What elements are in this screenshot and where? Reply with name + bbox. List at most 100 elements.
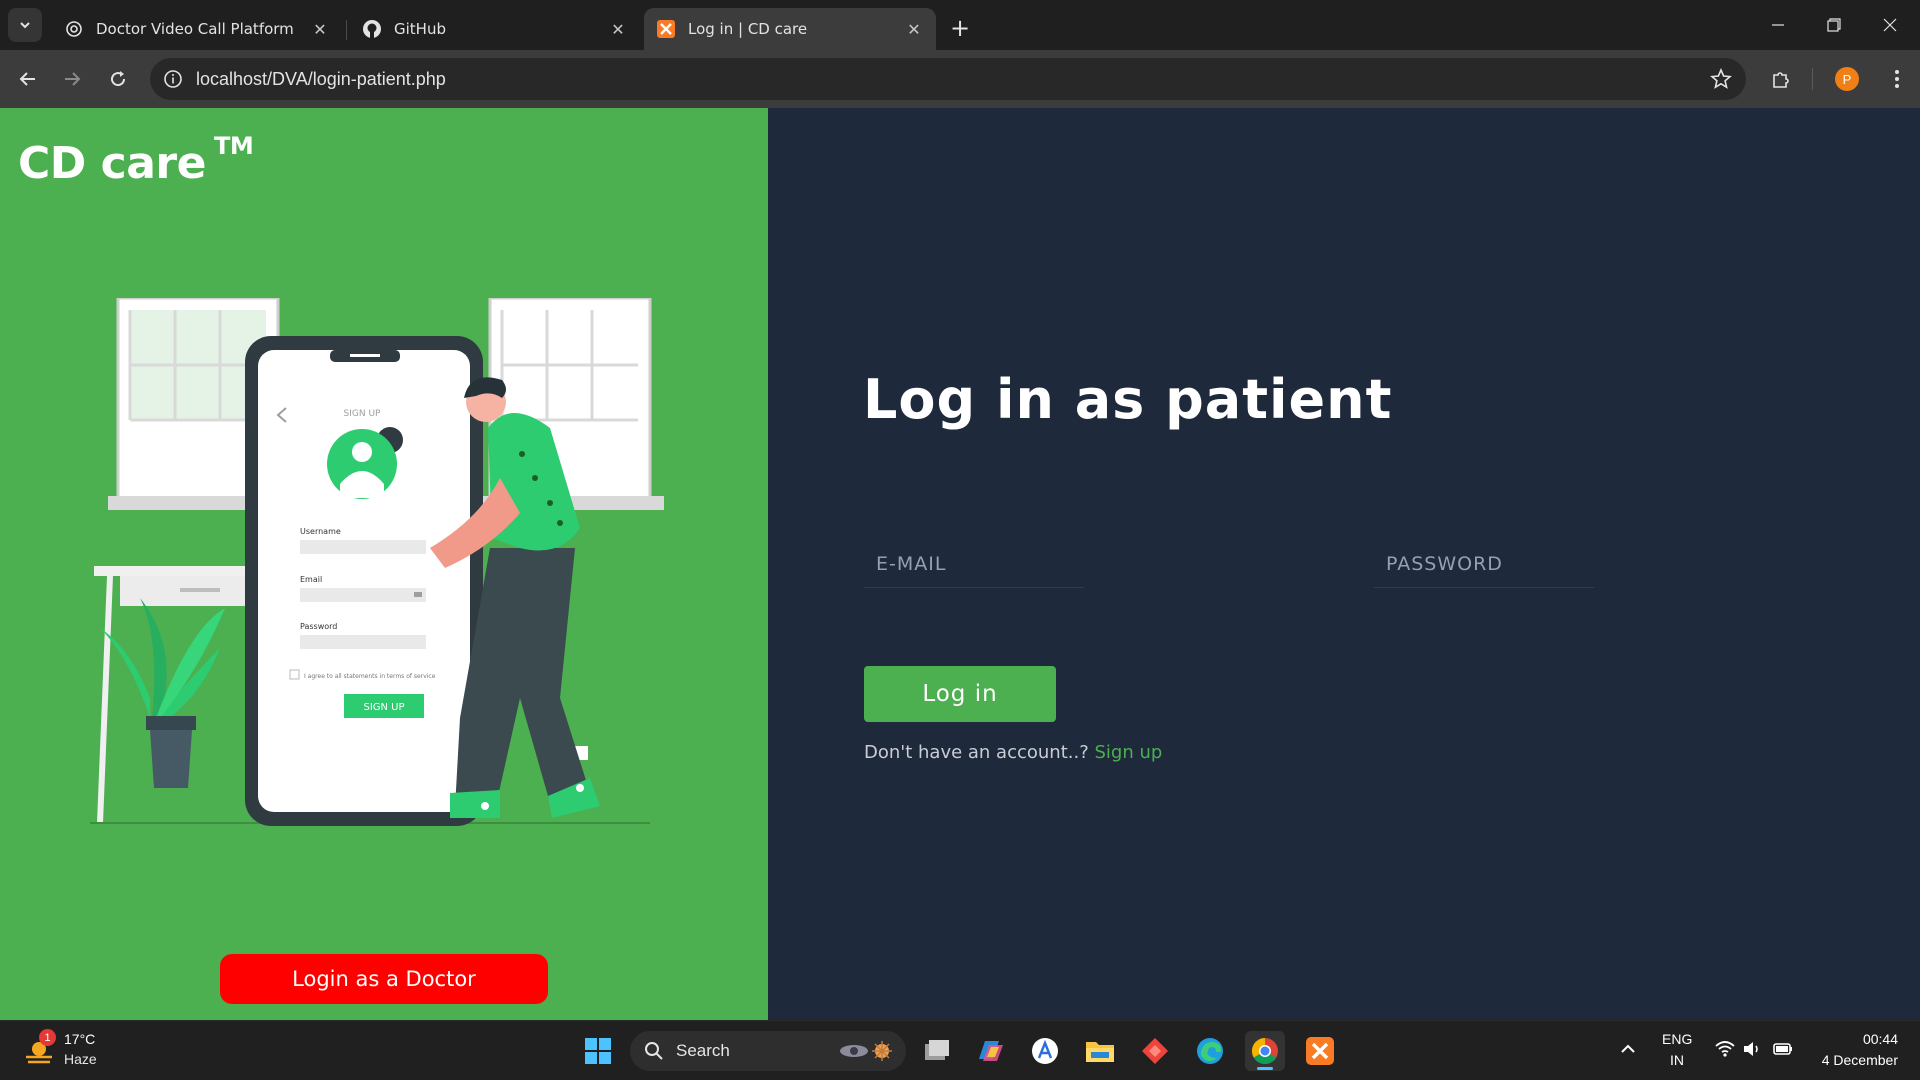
copilot-icon (979, 1041, 1003, 1061)
chevron-down-icon (20, 22, 30, 29)
plant (100, 598, 225, 788)
restore-button[interactable] (1806, 0, 1862, 50)
back-button[interactable] (10, 61, 46, 97)
xampp-icon (1306, 1037, 1334, 1065)
close-icon (1883, 18, 1897, 32)
signup-prompt-line: Don't have an account..? Sign up (864, 742, 1162, 763)
edge-button[interactable] (1190, 1031, 1230, 1071)
tab-search-button[interactable] (8, 8, 42, 42)
more-vertical-icon (1895, 70, 1899, 88)
illustration-signup-button: SIGN UP (363, 702, 404, 713)
edge-icon (1197, 1038, 1223, 1064)
page-title: Log in as patient (863, 368, 1393, 431)
phone-mockup: SIGN UP Username Email Password I agree … (245, 336, 483, 826)
plus-icon: + (949, 14, 971, 42)
trademark-symbol: TM (213, 132, 254, 161)
tab-label: GitHub (394, 20, 446, 38)
illustration-agree-text: I agree to all statements in terms of se… (304, 673, 436, 680)
close-icon[interactable]: ✕ (904, 19, 924, 39)
clock-time[interactable]: 00:44 (1863, 1031, 1898, 1047)
arrow-left-icon (19, 72, 35, 86)
brand-name: CD care (18, 138, 206, 189)
toolbar-divider (1812, 68, 1813, 90)
close-window-button[interactable] (1862, 0, 1918, 50)
profile-avatar[interactable]: P (1835, 67, 1859, 91)
search-icon (645, 1042, 663, 1060)
folder-icon (1086, 1042, 1114, 1062)
taskbar-search[interactable]: Search (630, 1031, 906, 1071)
close-icon[interactable]: ✕ (608, 19, 628, 39)
app-store-button[interactable] (1025, 1031, 1065, 1071)
search-label: Search (676, 1041, 730, 1060)
reload-button[interactable] (100, 61, 136, 97)
region-indicator[interactable]: IN (1670, 1052, 1684, 1068)
copilot-button[interactable] (970, 1031, 1010, 1071)
close-icon[interactable]: ✕ (310, 19, 330, 39)
signup-illustration: SIGN UP Username Email Password I agree … (90, 298, 664, 826)
email-input[interactable] (864, 540, 1084, 587)
start-button[interactable] (578, 1031, 618, 1071)
clock-date[interactable]: 4 December (1822, 1052, 1898, 1068)
search-highlight-icon (840, 1041, 892, 1061)
chrome-icon (1251, 1037, 1278, 1065)
forward-button[interactable] (54, 61, 90, 97)
tab-doctor-video-call[interactable]: Doctor Video Call Platform ✕ (52, 8, 342, 50)
weather-alert-badge: 1 (39, 1029, 56, 1046)
battery-icon[interactable] (1772, 1039, 1794, 1059)
illustration-username-label: Username (300, 527, 341, 536)
app-a-icon (1032, 1038, 1058, 1064)
email-field-wrapper (864, 540, 1084, 588)
signup-prompt-text: Don't have an account..? (864, 742, 1089, 763)
weather-temperature: 17°C (64, 1031, 96, 1047)
browser-tab-bar: Doctor Video Call Platform ✕ GitHub ✕ Lo… (0, 0, 1920, 50)
chevron-up-icon[interactable] (1618, 1039, 1638, 1059)
wifi-icon[interactable] (1714, 1039, 1736, 1059)
illustration-screen-title: SIGN UP (344, 409, 382, 419)
signup-link[interactable]: Sign up (1095, 742, 1163, 763)
task-view-icon (925, 1040, 949, 1060)
login-button[interactable]: Log in (864, 666, 1056, 722)
url-text[interactable]: localhost/DVA/login-patient.php (196, 69, 446, 90)
illustration-password-label: Password (300, 622, 337, 631)
file-explorer-button[interactable] (1080, 1031, 1120, 1071)
browser-menu-button[interactable] (1882, 64, 1912, 94)
tab-github[interactable]: GitHub ✕ (350, 8, 640, 50)
brand-logo[interactable]: CD care TM (18, 132, 254, 189)
anydesk-icon (1142, 1038, 1168, 1064)
anydesk-button[interactable] (1135, 1031, 1175, 1071)
windows-logo-icon (585, 1038, 611, 1064)
password-field-wrapper (1374, 540, 1594, 588)
puzzle-icon (1773, 72, 1789, 88)
chrome-button[interactable] (1245, 1031, 1285, 1071)
illustration-email-label: Email (300, 575, 322, 584)
tab-login-cd-care[interactable]: Log in | CD care ✕ (644, 8, 936, 50)
info-icon[interactable] (162, 68, 184, 90)
address-bar[interactable]: localhost/DVA/login-patient.php (150, 58, 1746, 100)
star-icon[interactable] (1710, 68, 1732, 90)
left-panel: CD care TM SIGN UP Username Email Passwo… (0, 108, 768, 1020)
password-input[interactable] (1374, 540, 1594, 587)
tab-divider (346, 20, 347, 40)
windows-taskbar: 1 17°C Haze Search ENG IN 00:44 4 Decemb… (0, 1020, 1920, 1080)
language-indicator[interactable]: ENG (1662, 1031, 1692, 1047)
xampp-icon (656, 19, 676, 39)
tab-label: Log in | CD care (688, 20, 808, 38)
login-as-doctor-button[interactable]: Login as a Doctor (220, 954, 548, 1004)
xampp-button[interactable] (1300, 1031, 1340, 1071)
reload-icon (111, 71, 126, 87)
arrow-right-icon (65, 72, 81, 86)
speaker-icon[interactable] (1742, 1039, 1764, 1059)
right-panel: Log in as patient Log in Don't have an a… (768, 108, 1920, 1020)
browser-toolbar: localhost/DVA/login-patient.php P (0, 50, 1920, 108)
tab-label: Doctor Video Call Platform (96, 20, 294, 38)
weather-condition: Haze (64, 1051, 97, 1067)
new-tab-button[interactable]: + (944, 12, 976, 44)
openai-icon (64, 19, 84, 39)
minimize-icon (1772, 24, 1784, 26)
minimize-button[interactable] (1750, 0, 1806, 50)
extensions-button[interactable] (1766, 64, 1796, 94)
task-view-button[interactable] (917, 1031, 957, 1071)
restore-icon (1827, 18, 1841, 32)
github-icon (362, 19, 382, 39)
page-content: CD care TM SIGN UP Username Email Passwo… (0, 108, 1920, 1020)
